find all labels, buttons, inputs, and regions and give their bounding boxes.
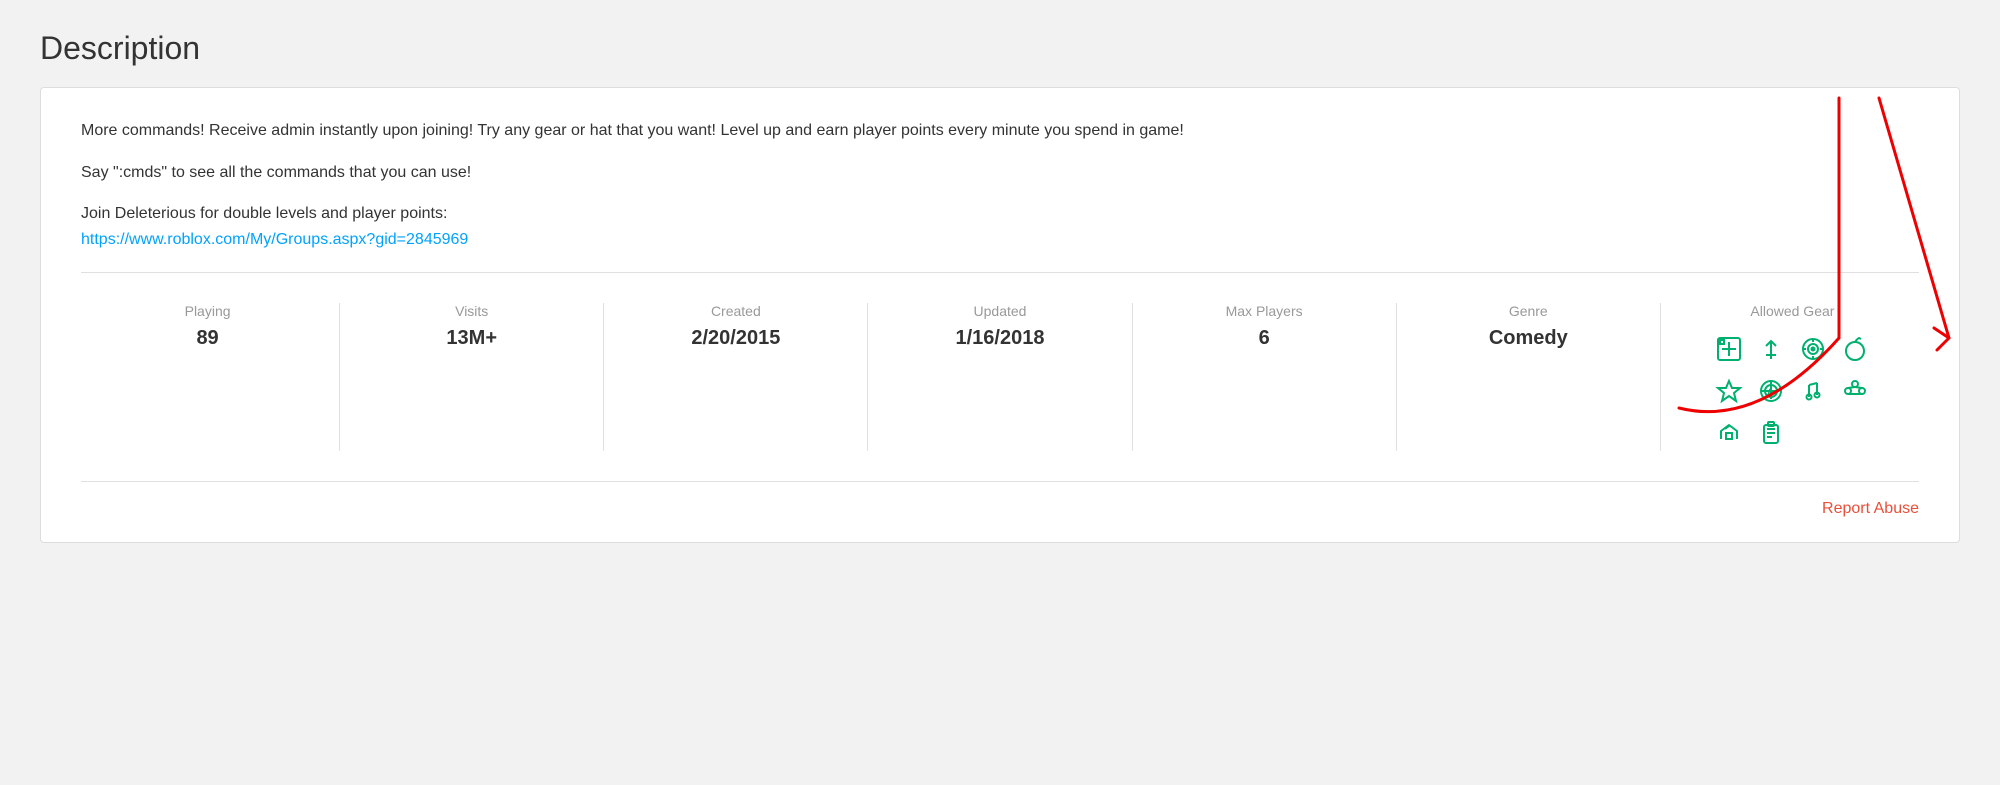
- updated-value: 1/16/2018: [956, 327, 1045, 350]
- updated-label: Updated: [974, 303, 1027, 319]
- description-paragraph-3: Join Deleterious for double levels and p…: [81, 201, 1919, 252]
- stat-playing: Playing 89: [81, 303, 334, 350]
- gear-icon-social: [1711, 373, 1747, 409]
- gear-icon-powerups: [1753, 331, 1789, 367]
- gear-icon-personal: [1753, 415, 1789, 451]
- svg-text:A: A: [1767, 387, 1774, 397]
- stat-visits: Visits 13M+: [345, 303, 598, 350]
- report-abuse-button[interactable]: Report Abuse: [1822, 500, 1919, 518]
- stat-genre: Genre Comedy: [1402, 303, 1655, 350]
- gear-icon-melee: [1711, 331, 1747, 367]
- gear-icon-building: [1837, 373, 1873, 409]
- visits-label: Visits: [455, 303, 488, 319]
- genre-value: Comedy: [1489, 327, 1568, 350]
- stat-created: Created 2/20/2015: [609, 303, 862, 350]
- description-content: More commands! Receive admin instantly u…: [81, 118, 1919, 252]
- stats-row: Playing 89 Visits 13M+ Created 2/20/2015…: [81, 293, 1919, 471]
- playing-value: 89: [196, 327, 218, 350]
- stat-divider-2: [603, 303, 604, 451]
- gear-icon-explosive: [1837, 331, 1873, 367]
- stat-divider-6: [1660, 303, 1661, 451]
- created-label: Created: [711, 303, 761, 319]
- description-paragraph-1: More commands! Receive admin instantly u…: [81, 118, 1919, 144]
- gear-icon-music: [1795, 373, 1831, 409]
- stat-divider-1: [339, 303, 340, 451]
- stat-divider-5: [1396, 303, 1397, 451]
- gear-icon-navigation: A: [1753, 373, 1789, 409]
- stat-max-players: Max Players 6: [1138, 303, 1391, 350]
- report-abuse-row: Report Abuse: [81, 492, 1919, 522]
- group-link[interactable]: https://www.roblox.com/My/Groups.aspx?gi…: [81, 231, 468, 248]
- visits-value: 13M+: [446, 327, 497, 350]
- gear-icon-transport: [1711, 415, 1747, 451]
- created-value: 2/20/2015: [691, 327, 780, 350]
- gear-icons-grid: A: [1711, 331, 1873, 451]
- max-players-label: Max Players: [1226, 303, 1303, 319]
- stat-divider-4: [1132, 303, 1133, 451]
- playing-label: Playing: [185, 303, 231, 319]
- page-title: Description: [40, 30, 1960, 67]
- description-paragraph-2: Say ":cmds" to see all the commands that…: [81, 160, 1919, 186]
- gear-icon-ranged: [1795, 331, 1831, 367]
- stat-updated: Updated 1/16/2018: [873, 303, 1126, 350]
- max-players-value: 6: [1259, 327, 1270, 350]
- stat-divider-3: [867, 303, 868, 451]
- bottom-divider: [81, 481, 1919, 482]
- genre-label: Genre: [1509, 303, 1548, 319]
- stat-allowed-gear: Allowed Gear: [1666, 303, 1919, 451]
- description-box: More commands! Receive admin instantly u…: [40, 87, 1960, 543]
- allowed-gear-label: Allowed Gear: [1750, 303, 1834, 319]
- stats-divider: [81, 272, 1919, 273]
